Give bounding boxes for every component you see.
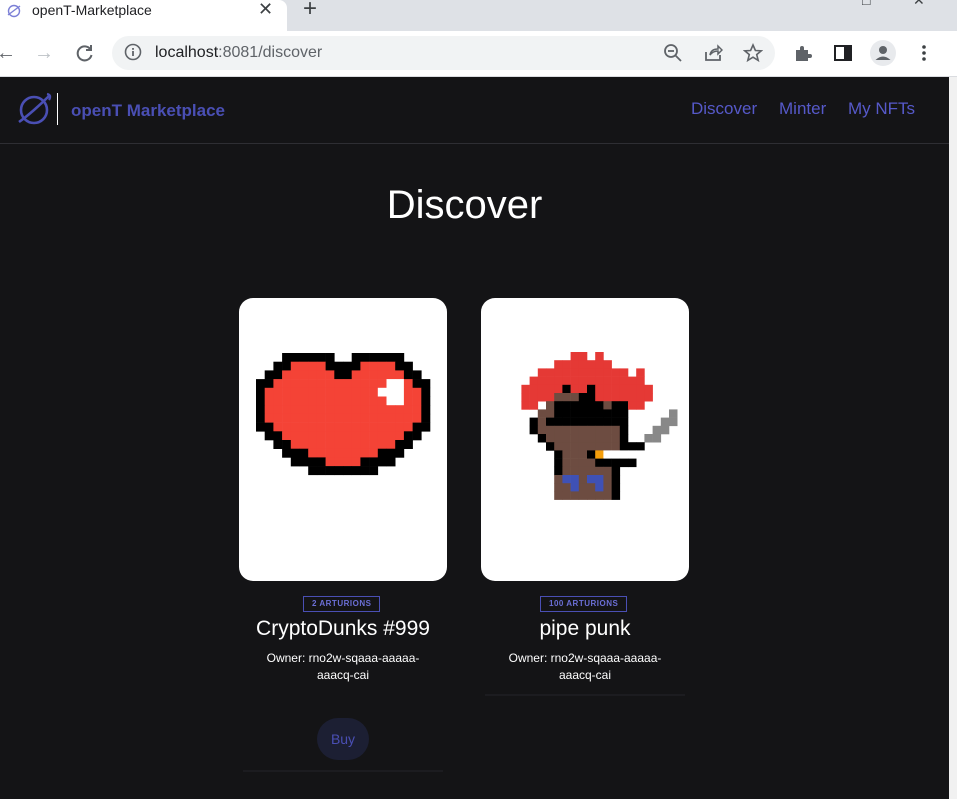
close-icon[interactable]: ✕ — [258, 0, 273, 20]
share-icon[interactable] — [703, 43, 723, 63]
browser-tabstrip: openT-Marketplace ✕ + □ ✕ — [0, 0, 957, 31]
nft-name: pipe punk — [539, 617, 631, 640]
price-badge: 2 ARTURIONS — [303, 596, 381, 612]
nft-name: CryptoDunks #999 — [256, 617, 430, 640]
new-tab-icon[interactable]: + — [303, 0, 317, 23]
pixel-punk-image — [521, 352, 678, 500]
nft-owner: Owner: rno2w-sqaaa-aaaaa-aaacq-cai — [508, 651, 662, 682]
site-header: openT Marketplace Discover Minter My NFT… — [0, 77, 949, 144]
menu-dots-icon[interactable] — [914, 43, 934, 63]
forward-icon[interactable]: → — [34, 42, 54, 65]
price-badge: 100 ARTURIONS — [540, 596, 628, 612]
side-panel-icon[interactable] — [833, 43, 853, 63]
nft-image[interactable] — [481, 298, 689, 581]
logo-divider — [57, 93, 58, 125]
buy-button[interactable]: Buy — [317, 718, 369, 760]
page-body: openT Marketplace Discover Minter My NFT… — [0, 77, 949, 799]
card-bottom-edge — [243, 770, 443, 772]
nav-link-my-nfts[interactable]: My NFTs — [848, 99, 915, 119]
browser-tab[interactable]: openT-Marketplace ✕ — [0, 0, 287, 31]
tab-title: openT-Marketplace — [32, 2, 152, 18]
url-path: :8081/discover — [218, 44, 323, 61]
planet-logo-icon[interactable] — [16, 91, 52, 127]
nft-image[interactable] — [239, 298, 447, 581]
reload-icon[interactable] — [75, 43, 95, 63]
back-icon[interactable]: ← — [0, 42, 16, 65]
bookmark-star-icon[interactable] — [743, 43, 763, 63]
card-bottom-edge — [485, 694, 685, 696]
page-title: Discover — [386, 183, 543, 227]
address-bar[interactable]: localhost:8081/discover — [112, 36, 775, 70]
pixel-heart-image — [256, 353, 431, 476]
profile-avatar-icon[interactable] — [870, 40, 896, 66]
nav-link-minter[interactable]: Minter — [779, 99, 826, 119]
maximize-icon[interactable]: □ — [862, 0, 870, 8]
nav-link-discover[interactable]: Discover — [691, 99, 757, 119]
url-host: localhost — [155, 44, 219, 61]
window-edge — [949, 77, 957, 799]
brand-name[interactable]: openT Marketplace — [71, 101, 225, 121]
extensions-icon[interactable] — [793, 43, 813, 63]
info-icon[interactable] — [124, 43, 142, 61]
url-text[interactable]: localhost:8081/discover — [155, 44, 322, 62]
nft-owner: Owner: rno2w-sqaaa-aaaaa-aaacq-cai — [266, 651, 420, 682]
window-close-icon[interactable]: ✕ — [913, 0, 925, 9]
planet-icon — [7, 4, 21, 18]
browser-toolbar: ← → localhost:8081/discover — [0, 31, 957, 77]
zoom-out-icon[interactable] — [663, 43, 683, 63]
